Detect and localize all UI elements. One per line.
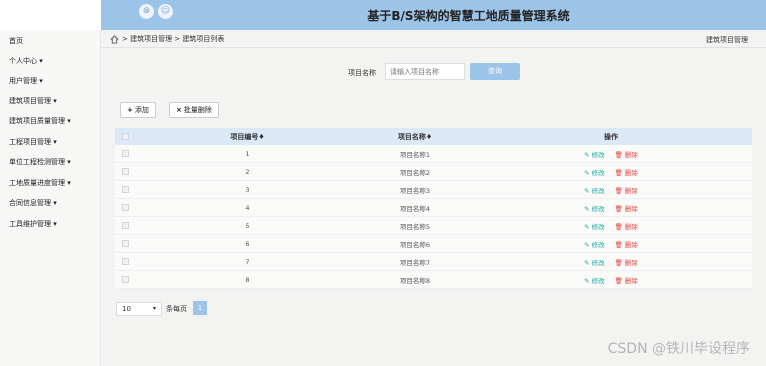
cell-project-no: 8 [245, 275, 250, 284]
sidebar: 首页 个人中心 ▾ 用户管理 ▾ 建筑项目管理 ▾ 建筑项目质量管理 ▾ 工程项… [0, 30, 101, 366]
cell-project-no: 5 [245, 221, 250, 230]
edit-button[interactable]: ✎ 修改 [584, 167, 605, 177]
table-row: 4 项目名称4 ✎ 修改 🗑 删除 [115, 199, 752, 217]
table-row: 8 项目名称8 ✎ 修改 🗑 删除 [115, 271, 752, 289]
row-checkbox[interactable] [121, 276, 129, 283]
per-page-label: 条每页 [166, 305, 187, 313]
delete-button[interactable]: 🗑 删除 [615, 275, 638, 285]
search-input[interactable] [385, 63, 465, 80]
cell-ops: ✎ 修改 🗑 删除 [470, 149, 752, 159]
edit-button[interactable]: ✎ 修改 [584, 185, 605, 195]
edit-button[interactable]: ✎ 修改 [584, 239, 605, 249]
cell-project-no: 7 [245, 257, 250, 266]
header-project-name[interactable]: 项目名称♦ [360, 132, 470, 142]
table-row: 1 项目名称1 ✎ 修改 🗑 删除 [115, 145, 752, 163]
sidebar-item-projects[interactable]: 建筑项目管理 ▾ [9, 96, 57, 106]
page-size-value: 10 [122, 305, 131, 313]
header-project-no[interactable]: 项目编号♦ [135, 132, 360, 142]
edit-button[interactable]: ✎ 修改 [584, 203, 605, 213]
page-button-current[interactable]: 1 [193, 301, 207, 315]
table-header: 项目编号♦ 项目名称♦ 操作 [115, 128, 752, 145]
table-row: 7 项目名称7 ✎ 修改 🗑 删除 [115, 253, 752, 271]
home-icon[interactable] [110, 34, 119, 44]
cell-ops: ✎ 修改 🗑 删除 [470, 203, 752, 213]
sidebar-item-quality[interactable]: 建筑项目质量管理 ▾ [9, 116, 71, 126]
page-size-select[interactable]: 10 ▾ [116, 302, 162, 316]
select-all-checkbox[interactable] [121, 133, 129, 140]
table-row: 6 项目名称6 ✎ 修改 🗑 删除 [115, 235, 752, 253]
cell-ops: ✎ 修改 🗑 删除 [470, 167, 752, 177]
project-table: 项目编号♦ 项目名称♦ 操作 1 项目名称1 ✎ 修改 🗑 删除 2 项目名称2 ✎ 修改 🗑… [115, 128, 752, 289]
sidebar-top-blank [0, 0, 101, 30]
batch-delete-label: 批量删除 [183, 106, 212, 114]
row-checkbox[interactable] [121, 150, 129, 157]
sidebar-item-contracts[interactable]: 合同信息管理 ▾ [9, 198, 57, 208]
sidebar-item-inspection[interactable]: 单位工程检测管理 ▾ [9, 157, 71, 167]
plus-icon: + [127, 106, 133, 114]
cell-project-no: 1 [245, 149, 250, 158]
edit-button[interactable]: ✎ 修改 [584, 149, 605, 159]
table-body: 1 项目名称1 ✎ 修改 🗑 删除 2 项目名称2 ✎ 修改 🗑 删除 3 项目名称3 ✎ 修改 🗑 … [115, 145, 752, 289]
breadcrumb-path[interactable]: > 建筑项目管理 > 建筑项目列表 [122, 34, 224, 44]
app-header: ⊗ ☺ 基于B/S架构的智慧工地质量管理系统 [101, 0, 766, 30]
app-title: 基于B/S架构的智慧工地质量管理系统 [367, 9, 570, 23]
search-label: 项目名称 [348, 69, 376, 77]
table-row: 2 项目名称2 ✎ 修改 🗑 删除 [115, 163, 752, 181]
row-checkbox[interactable] [121, 258, 129, 265]
cell-ops: ✎ 修改 🗑 删除 [470, 221, 752, 231]
delete-button[interactable]: 🗑 删除 [615, 203, 638, 213]
breadcrumb-current: 建筑项目管理 [706, 36, 748, 44]
watermark: CSDN @铁川毕设程序 [607, 341, 750, 357]
cell-project-no: 6 [245, 239, 250, 248]
add-button[interactable]: + 添加 [120, 102, 156, 118]
edit-button[interactable]: ✎ 修改 [584, 257, 605, 267]
cell-project-name: 项目名称6 [399, 240, 431, 249]
row-checkbox[interactable] [121, 240, 129, 247]
cell-ops: ✎ 修改 🗑 删除 [470, 239, 752, 249]
chevron-down-icon: ▾ [152, 305, 156, 312]
sidebar-item-home[interactable]: 首页 [9, 36, 23, 46]
cell-project-no: 2 [245, 167, 250, 176]
cell-project-no: 4 [245, 203, 250, 212]
breadcrumb: > 建筑项目管理 > 建筑项目列表 [110, 34, 224, 44]
x-icon: × [176, 106, 182, 114]
cell-project-name: 项目名称4 [399, 204, 431, 213]
sidebar-item-engineering[interactable]: 工程项目管理 ▾ [9, 137, 57, 147]
batch-delete-button[interactable]: × 批量删除 [169, 102, 219, 118]
cell-ops: ✎ 修改 🗑 删除 [470, 185, 752, 195]
add-button-label: 添加 [134, 106, 149, 114]
sidebar-item-users[interactable]: 用户管理 ▾ [9, 76, 43, 86]
cell-ops: ✎ 修改 🗑 删除 [470, 275, 752, 285]
delete-button[interactable]: 🗑 删除 [615, 167, 638, 177]
delete-button[interactable]: 🗑 删除 [615, 185, 638, 195]
cell-project-name: 项目名称7 [399, 258, 431, 267]
cell-project-name: 项目名称5 [399, 222, 431, 231]
sidebar-item-tools[interactable]: 工具维护管理 ▾ [9, 219, 57, 229]
delete-button[interactable]: 🗑 删除 [615, 149, 638, 159]
cell-project-name: 项目名称2 [399, 168, 431, 177]
row-checkbox[interactable] [121, 186, 129, 193]
delete-button[interactable]: 🗑 删除 [615, 257, 638, 267]
search-button[interactable]: 查询 [470, 63, 520, 80]
cell-ops: ✎ 修改 🗑 删除 [470, 257, 752, 267]
row-checkbox[interactable] [121, 168, 129, 175]
edit-button[interactable]: ✎ 修改 [584, 221, 605, 231]
edit-button[interactable]: ✎ 修改 [584, 275, 605, 285]
sidebar-item-progress[interactable]: 工地质量进度管理 ▾ [9, 178, 71, 188]
delete-button[interactable]: 🗑 删除 [615, 239, 638, 249]
cell-project-name: 项目名称1 [399, 150, 431, 159]
cell-project-no: 3 [245, 185, 250, 194]
cell-project-name: 项目名称8 [399, 276, 431, 285]
divider [101, 47, 766, 48]
delete-button[interactable]: 🗑 删除 [615, 221, 638, 231]
table-row: 3 项目名称3 ✎ 修改 🗑 删除 [115, 181, 752, 199]
header-ops: 操作 [604, 132, 618, 141]
table-row: 5 项目名称5 ✎ 修改 🗑 删除 [115, 217, 752, 235]
row-checkbox[interactable] [121, 204, 129, 211]
cell-project-name: 项目名称3 [399, 186, 431, 195]
row-checkbox[interactable] [121, 222, 129, 229]
sidebar-item-personal[interactable]: 个人中心 ▾ [9, 56, 43, 66]
